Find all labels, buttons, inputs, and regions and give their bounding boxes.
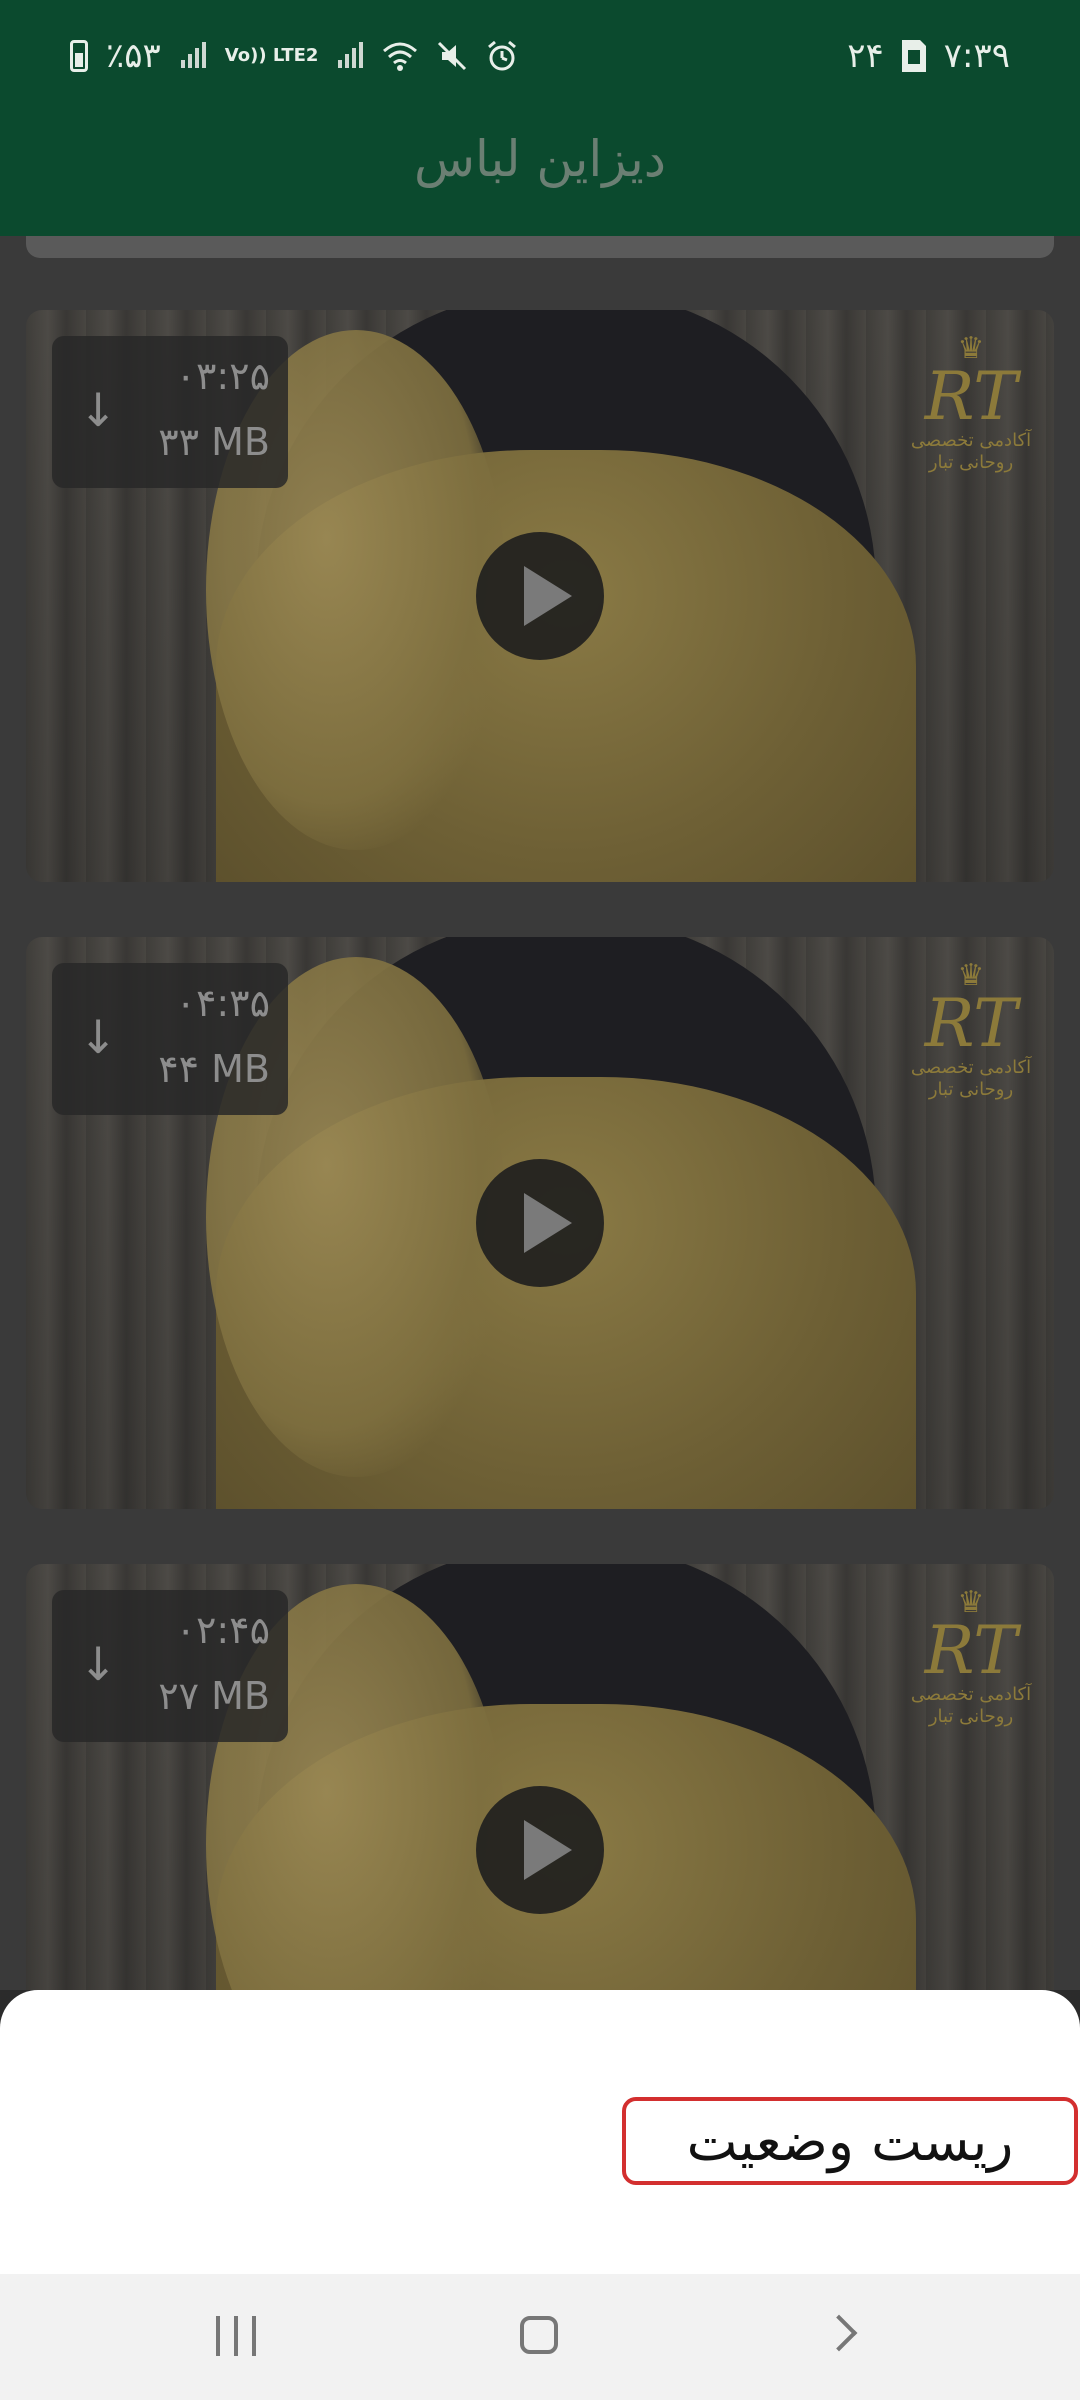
reset-status-button[interactable]: ریست وضعیت bbox=[622, 2097, 1078, 2185]
video-size: ۲۷ MB bbox=[158, 1674, 270, 1718]
battery-icon bbox=[70, 40, 88, 72]
battery-level: ٪۵۳ bbox=[106, 36, 161, 76]
video-card[interactable]: ♛ RT آکادمی تخصصی روحانی تبار ↓ ۰۲:۴۵ ۲۷… bbox=[26, 1564, 1054, 1990]
list-item-partial bbox=[26, 236, 1054, 258]
watermark-logo: ♛ RT آکادمی تخصصی روحانی تبار bbox=[910, 958, 1032, 1101]
video-card[interactable]: ♛ RT آکادمی تخصصی روحانی تبار ↓ ۰۴:۳۵ ۴۴… bbox=[26, 937, 1054, 1509]
download-badge[interactable]: ↓ ۰۲:۴۵ ۲۷ MB bbox=[52, 1590, 288, 1742]
video-list[interactable]: ♛ RT آکادمی تخصصی روحانی تبار ↓ ۰۳:۲۵ ۳۳… bbox=[0, 236, 1080, 1990]
status-date: ۲۴ bbox=[847, 36, 884, 76]
app-header: ٪۵۳ Vo)) LTE2 ۲۴ ۷:۳۹ دیزاین لباس bbox=[0, 0, 1080, 236]
video-duration: ۰۴:۳۵ bbox=[175, 981, 270, 1025]
page-title: دیزاین لباس bbox=[413, 130, 667, 188]
play-icon[interactable] bbox=[476, 1159, 604, 1287]
status-time: ۷:۳۹ bbox=[943, 36, 1010, 76]
signal-icon bbox=[336, 42, 364, 70]
status-bar: ٪۵۳ Vo)) LTE2 ۲۴ ۷:۳۹ bbox=[0, 0, 1080, 118]
download-badge[interactable]: ↓ ۰۴:۳۵ ۴۴ MB bbox=[52, 963, 288, 1115]
sim-card-icon bbox=[900, 38, 928, 74]
download-icon[interactable]: ↓ bbox=[74, 380, 122, 440]
home-icon[interactable] bbox=[520, 2316, 558, 2354]
watermark-logo: ♛ RT آکادمی تخصصی روحانی تبار bbox=[910, 331, 1032, 474]
recents-icon[interactable] bbox=[216, 2316, 260, 2356]
download-badge[interactable]: ↓ ۰۳:۲۵ ۳۳ MB bbox=[52, 336, 288, 488]
mute-icon bbox=[436, 40, 468, 72]
video-duration: ۰۲:۴۵ bbox=[175, 1608, 270, 1652]
lte-icon: Vo)) LTE2 bbox=[224, 45, 319, 66]
wifi-icon bbox=[382, 41, 418, 71]
video-size: ۴۴ MB bbox=[158, 1047, 270, 1091]
bottom-sheet: ریست وضعیت bbox=[0, 1990, 1080, 2274]
signal-icon bbox=[179, 42, 207, 70]
video-duration: ۰۳:۲۵ bbox=[175, 354, 270, 398]
download-icon[interactable]: ↓ bbox=[74, 1634, 122, 1694]
play-icon[interactable] bbox=[476, 1786, 604, 1914]
video-size: ۳۳ MB bbox=[158, 420, 270, 464]
system-nav-bar bbox=[0, 2274, 1080, 2400]
video-card[interactable]: ♛ RT آکادمی تخصصی روحانی تبار ↓ ۰۳:۲۵ ۳۳… bbox=[26, 310, 1054, 882]
play-icon[interactable] bbox=[476, 532, 604, 660]
alarm-icon bbox=[486, 40, 518, 72]
watermark-logo: ♛ RT آکادمی تخصصی روحانی تبار bbox=[910, 1585, 1032, 1728]
download-icon[interactable]: ↓ bbox=[74, 1007, 122, 1067]
back-icon[interactable] bbox=[820, 2314, 858, 2352]
